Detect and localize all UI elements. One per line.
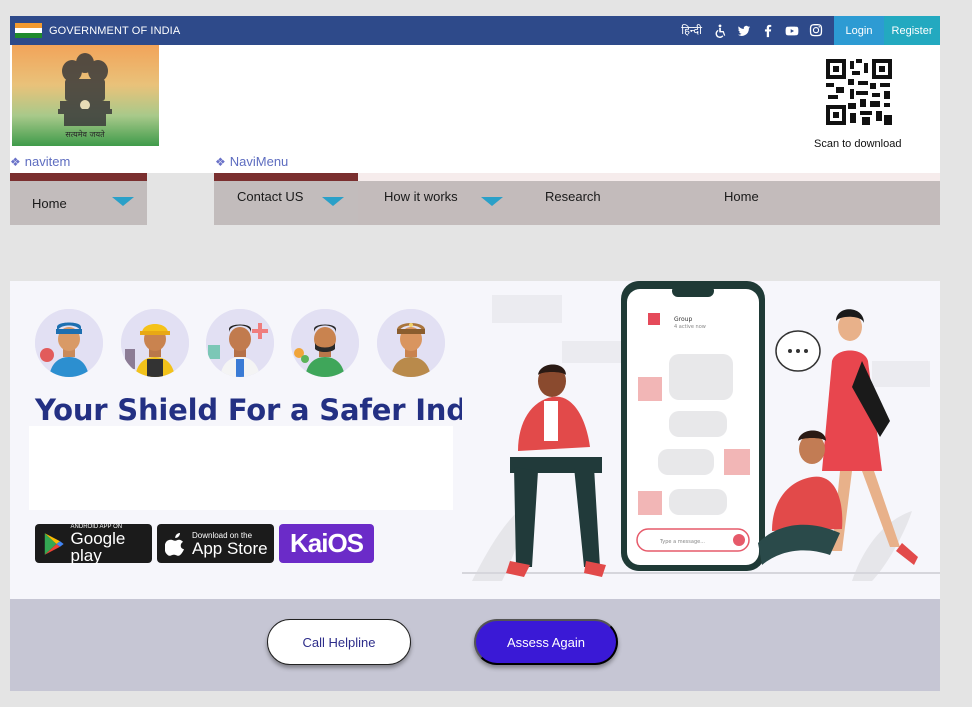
hero-headline: Your Shield For a Safer India xyxy=(35,393,496,427)
gov-top-bar: GOVERNMENT OF INDIA हिन्दी Login Registe… xyxy=(10,16,940,45)
police-avatar-icon xyxy=(377,309,445,377)
chevron-down-icon[interactable] xyxy=(322,197,344,206)
qr-code-icon xyxy=(826,59,892,125)
google-play-badge[interactable]: ANDROID APP ON Google play xyxy=(35,524,152,565)
chevron-down-icon[interactable] xyxy=(481,197,503,206)
facebook-icon[interactable] xyxy=(756,16,780,45)
qr-caption: Scan to download xyxy=(814,138,902,150)
google-play-big-text: Google play xyxy=(70,528,126,565)
register-button[interactable]: Register xyxy=(884,16,940,45)
nav-item-contact-us[interactable]: Contact US xyxy=(237,189,303,204)
emblem-caption: सत्यमेव जयते xyxy=(65,129,105,139)
india-flag-icon xyxy=(15,22,42,39)
kaios-badge[interactable]: KaiOS xyxy=(279,524,374,563)
diamond-icon: ❖ xyxy=(215,154,226,169)
action-bar: Call Helpline Assess Again xyxy=(10,599,940,691)
twitter-icon[interactable] xyxy=(732,16,756,45)
navimenu-label-text: NaviMenu xyxy=(229,154,289,169)
phone-message-input: Type a message... xyxy=(659,539,705,545)
worker-avatar-icon xyxy=(35,309,103,377)
nav-item-home-2[interactable]: Home xyxy=(724,189,759,204)
phone-group-name: Group xyxy=(674,316,692,323)
app-store-badge[interactable]: Download on the App Store xyxy=(157,524,274,563)
navitem-label-text: navitem xyxy=(24,154,71,169)
national-emblem-logo[interactable]: सत्यमेव जयते xyxy=(12,45,159,146)
gov-title: GOVERNMENT OF INDIA xyxy=(49,24,181,37)
google-play-icon xyxy=(44,532,64,555)
call-helpline-button[interactable]: Call Helpline xyxy=(267,619,411,665)
assess-again-button[interactable]: Assess Again xyxy=(474,619,618,665)
navimenu-label: ❖ NaviMenu xyxy=(215,154,288,169)
navitem-label: ❖ navitem xyxy=(10,154,70,169)
hero-banner: Your Shield For a Safer India ANDROID AP… xyxy=(10,281,940,599)
youtube-icon[interactable] xyxy=(780,16,804,45)
instagram-icon[interactable] xyxy=(804,16,828,45)
accessibility-icon[interactable] xyxy=(708,16,732,45)
doctor-avatar-icon xyxy=(206,309,274,377)
farmer-avatar-icon xyxy=(291,309,359,377)
login-button[interactable]: Login xyxy=(834,16,884,45)
phone-group-status: 4 active now xyxy=(674,324,706,330)
diamond-icon: ❖ xyxy=(10,154,21,169)
nav-item-how-it-works[interactable]: How it works xyxy=(384,189,458,204)
nav-item-research[interactable]: Research xyxy=(545,189,601,204)
nav-item-home[interactable]: Home xyxy=(32,196,67,211)
hindi-language-link[interactable]: हिन्दी xyxy=(675,23,708,38)
hero-blank-panel xyxy=(29,426,453,510)
site-header: सत्यमेव जयते Scan to download xyxy=(10,45,940,173)
people-with-phone-illustration: Group 4 active now Type a message... xyxy=(462,281,940,599)
apple-icon xyxy=(165,532,184,556)
app-store-big-text: App Store xyxy=(192,538,268,558)
construction-worker-avatar-icon xyxy=(121,309,189,377)
chevron-down-icon[interactable] xyxy=(112,197,134,206)
